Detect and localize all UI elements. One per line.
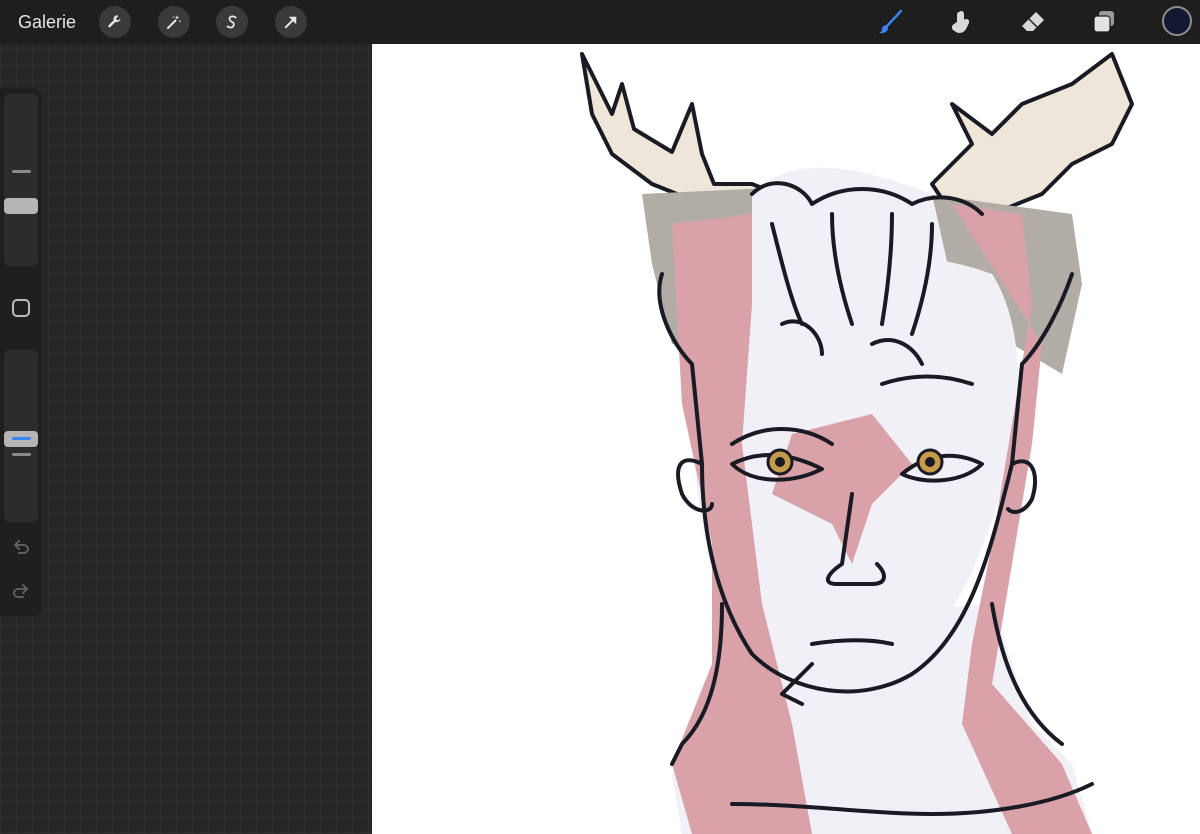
artwork-sketch (580, 52, 1134, 834)
left-sidebar (0, 88, 42, 616)
toolbar-fade (300, 0, 420, 44)
brush-size-handle[interactable] (4, 197, 38, 214)
eraser-icon[interactable] (1017, 6, 1049, 38)
undo-icon[interactable] (10, 536, 32, 558)
selection-s-icon[interactable] (216, 6, 248, 38)
redo-icon[interactable] (10, 580, 32, 602)
color-swatch-button[interactable] (1162, 6, 1192, 36)
top-toolbar: Galerie (0, 0, 1200, 44)
brush-icon[interactable] (874, 6, 906, 38)
opacity-handle-accent (12, 437, 31, 441)
drawing-canvas[interactable] (372, 44, 1200, 834)
layers-icon[interactable] (1088, 6, 1120, 38)
actions-wrench-icon[interactable] (99, 6, 131, 38)
transform-arrow-icon[interactable] (275, 6, 307, 38)
gallery-button[interactable]: Galerie (18, 10, 76, 34)
brush-size-slider[interactable] (4, 94, 38, 266)
brush-size-tick (12, 170, 31, 173)
smudge-icon[interactable] (945, 6, 977, 38)
hair-front (752, 167, 952, 334)
opacity-tick (12, 453, 31, 457)
modifier-button[interactable] (12, 299, 30, 317)
adjustments-magic-wand-icon[interactable] (158, 6, 190, 38)
